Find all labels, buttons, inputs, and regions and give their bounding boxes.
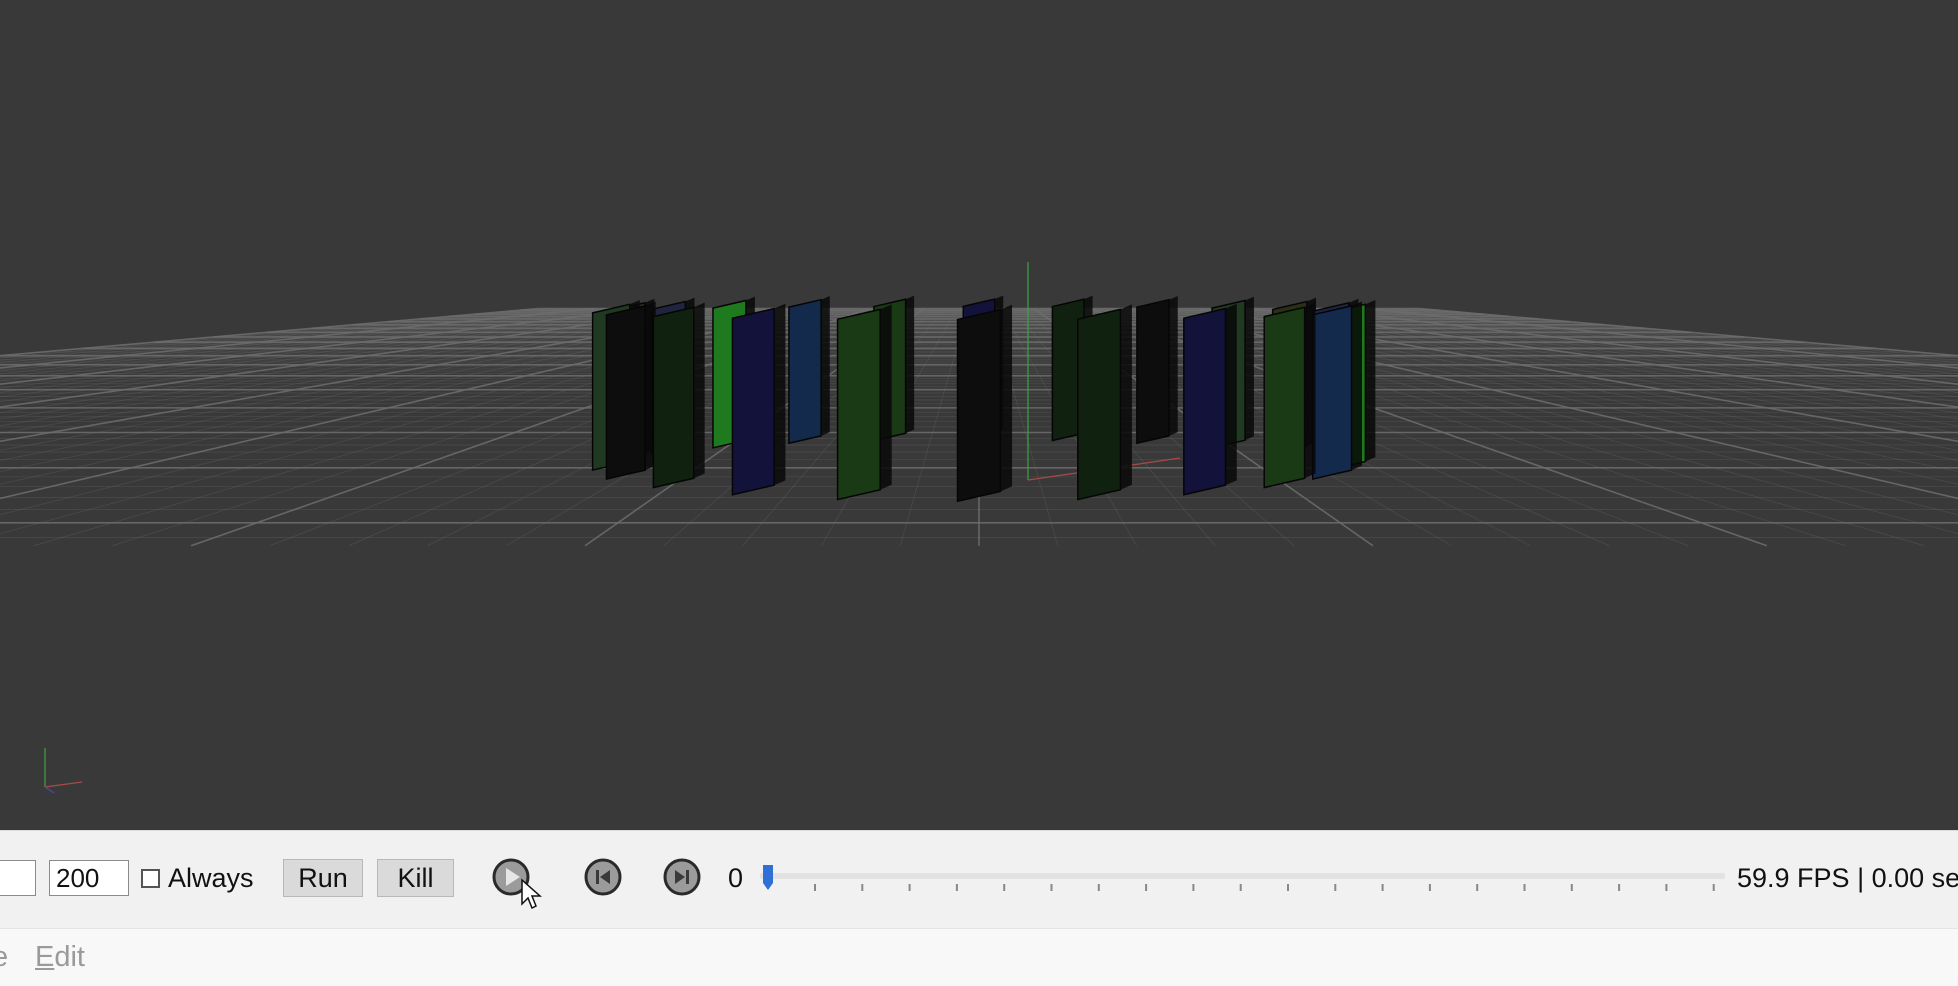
domino-side	[1120, 304, 1132, 490]
3d-viewport[interactable]	[0, 0, 1958, 830]
kill-button[interactable]: Kill	[377, 859, 454, 897]
checkbox-box[interactable]	[141, 868, 160, 888]
domino	[788, 298, 822, 445]
domino-side	[1000, 304, 1013, 492]
domino	[605, 304, 647, 480]
orientation-gizmo-icon	[44, 748, 83, 794]
step-forward-icon	[663, 858, 701, 896]
domino-side	[1169, 295, 1178, 436]
domino-side	[821, 295, 830, 436]
timeline-slider[interactable]	[760, 861, 1725, 901]
domino-side	[1304, 302, 1316, 479]
timeline-track[interactable]	[760, 873, 1725, 879]
play-icon	[492, 858, 530, 896]
domino	[1183, 307, 1227, 496]
domino	[1077, 308, 1122, 501]
run-button[interactable]: Run	[283, 859, 363, 897]
step-back-icon	[584, 858, 622, 896]
always-checkbox[interactable]: Always	[141, 860, 254, 896]
domino	[956, 308, 1002, 503]
domino	[836, 308, 881, 501]
menu-edit-rest: dit	[54, 941, 85, 973]
domino-side	[693, 302, 705, 479]
menu-file[interactable]: e	[0, 937, 8, 977]
domino-side	[880, 304, 892, 490]
menu-edit-mnemonic: E	[35, 941, 55, 973]
step-forward-button[interactable]	[663, 858, 701, 896]
steps-input[interactable]: 200	[49, 860, 129, 896]
step-back-button[interactable]	[584, 858, 622, 896]
menu-edit[interactable]: Edit	[35, 937, 85, 977]
timeline-handle[interactable]	[763, 865, 773, 890]
partial-input-field[interactable]	[0, 860, 36, 896]
always-label: Always	[168, 862, 254, 893]
frame-counter: 0	[728, 863, 744, 893]
domino-side	[1351, 301, 1363, 471]
domino	[1263, 306, 1306, 489]
play-button[interactable]	[492, 858, 530, 896]
domino	[731, 307, 775, 496]
domino-side	[1245, 296, 1254, 441]
domino-side	[1225, 303, 1237, 486]
scene-canvas[interactable]	[0, 0, 1958, 830]
domino-side	[1365, 300, 1376, 462]
domino	[652, 306, 695, 489]
domino-side	[774, 303, 786, 486]
fps-readout: 59.9 FPS | 0.00 se	[1737, 863, 1958, 893]
simulation-toolbar: 200 Always Run Kill 0 59.9 FPS | 0.00 se	[0, 830, 1958, 928]
domino-side	[905, 295, 915, 434]
domino	[1311, 304, 1353, 480]
domino	[1136, 298, 1170, 445]
menu-bar: e Edit	[0, 928, 1958, 986]
